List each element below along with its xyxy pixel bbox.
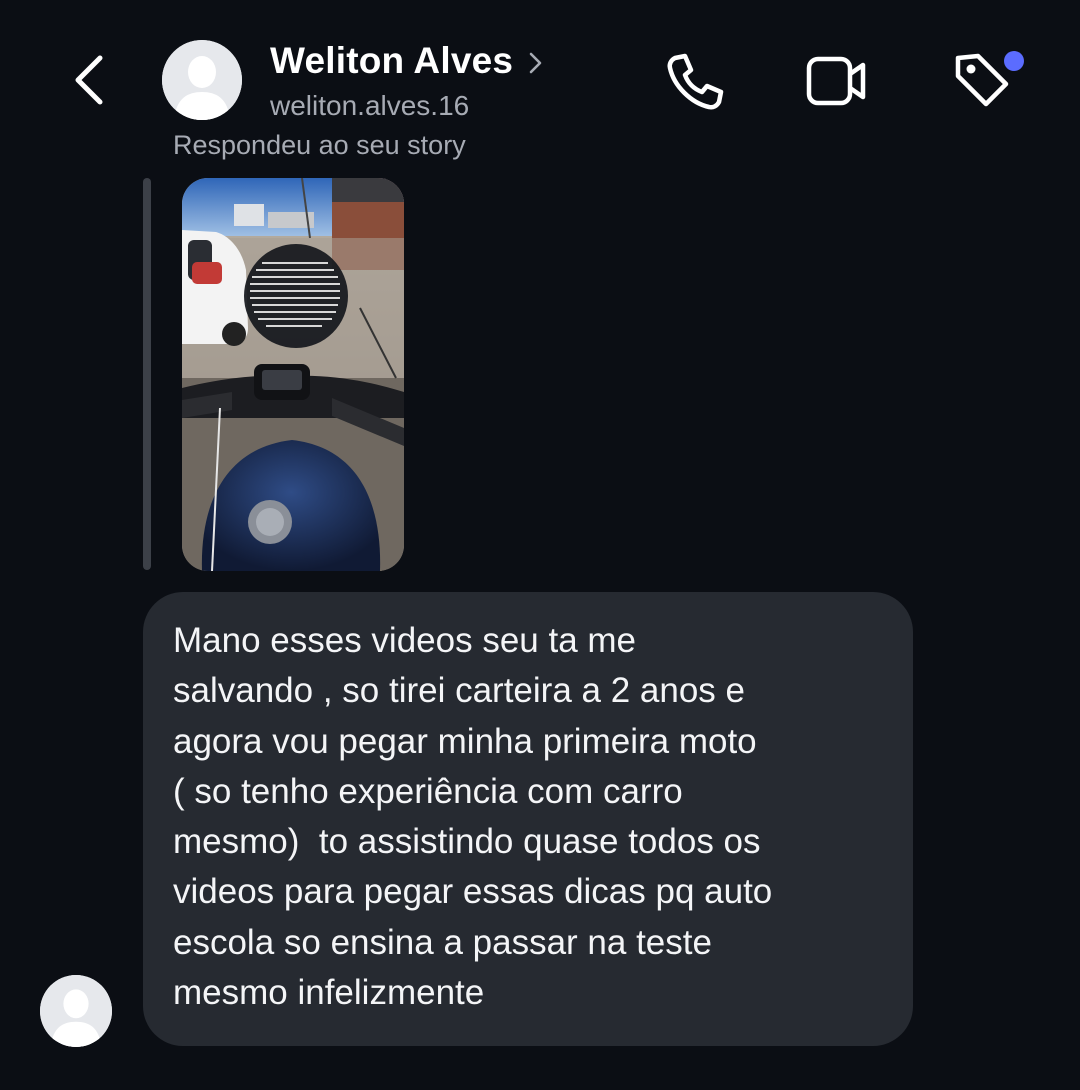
message-line: mesmo) to assistindo quase todos os [173,822,761,862]
default-profile-icon [162,40,242,120]
story-video-thumbnail [182,178,404,571]
back-arrow-icon [75,55,103,105]
message-bubble[interactable]: Mano esses videos seu ta me salvando , s… [143,592,913,1046]
default-profile-icon [40,975,112,1047]
story-thumbnail[interactable] [182,178,404,571]
call-button[interactable] [661,46,731,116]
message-line: mesmo infelizmente [173,973,485,1013]
back-button[interactable] [58,48,122,112]
contact-name: Weliton Alves [270,40,514,81]
message-line: escola so ensina a passar na teste [173,922,712,962]
message-text: Mano esses videos seu ta me salvando , s… [173,616,893,1018]
message-line: videos para pegar essas dicas pq auto [173,872,773,912]
contact-avatar[interactable] [162,40,242,120]
phone-icon [667,53,724,110]
sender-avatar[interactable] [40,975,112,1047]
contact-name-link[interactable]: Weliton Alves [270,40,545,82]
story-reply-label: Respondeu ao seu story [173,130,466,160]
contact-username: weliton.alves.16 [270,90,470,121]
message-line: agora vou pegar minha primeira moto [173,721,757,761]
reply-quote-bar [143,178,151,570]
chevron-right-icon [529,52,542,74]
message-line: ( so tenho experiência com carro [173,771,683,811]
message-line: salvando , so tirei carteira a 2 anos e [173,671,745,711]
video-camera-icon [806,56,866,106]
video-call-button[interactable] [801,46,871,116]
dm-conversation-screen: Weliton Alves weliton.alves.16 Respondeu… [0,0,1080,1090]
notification-dot [1004,51,1024,71]
message-line: Mano esses videos seu ta me [173,621,637,660]
